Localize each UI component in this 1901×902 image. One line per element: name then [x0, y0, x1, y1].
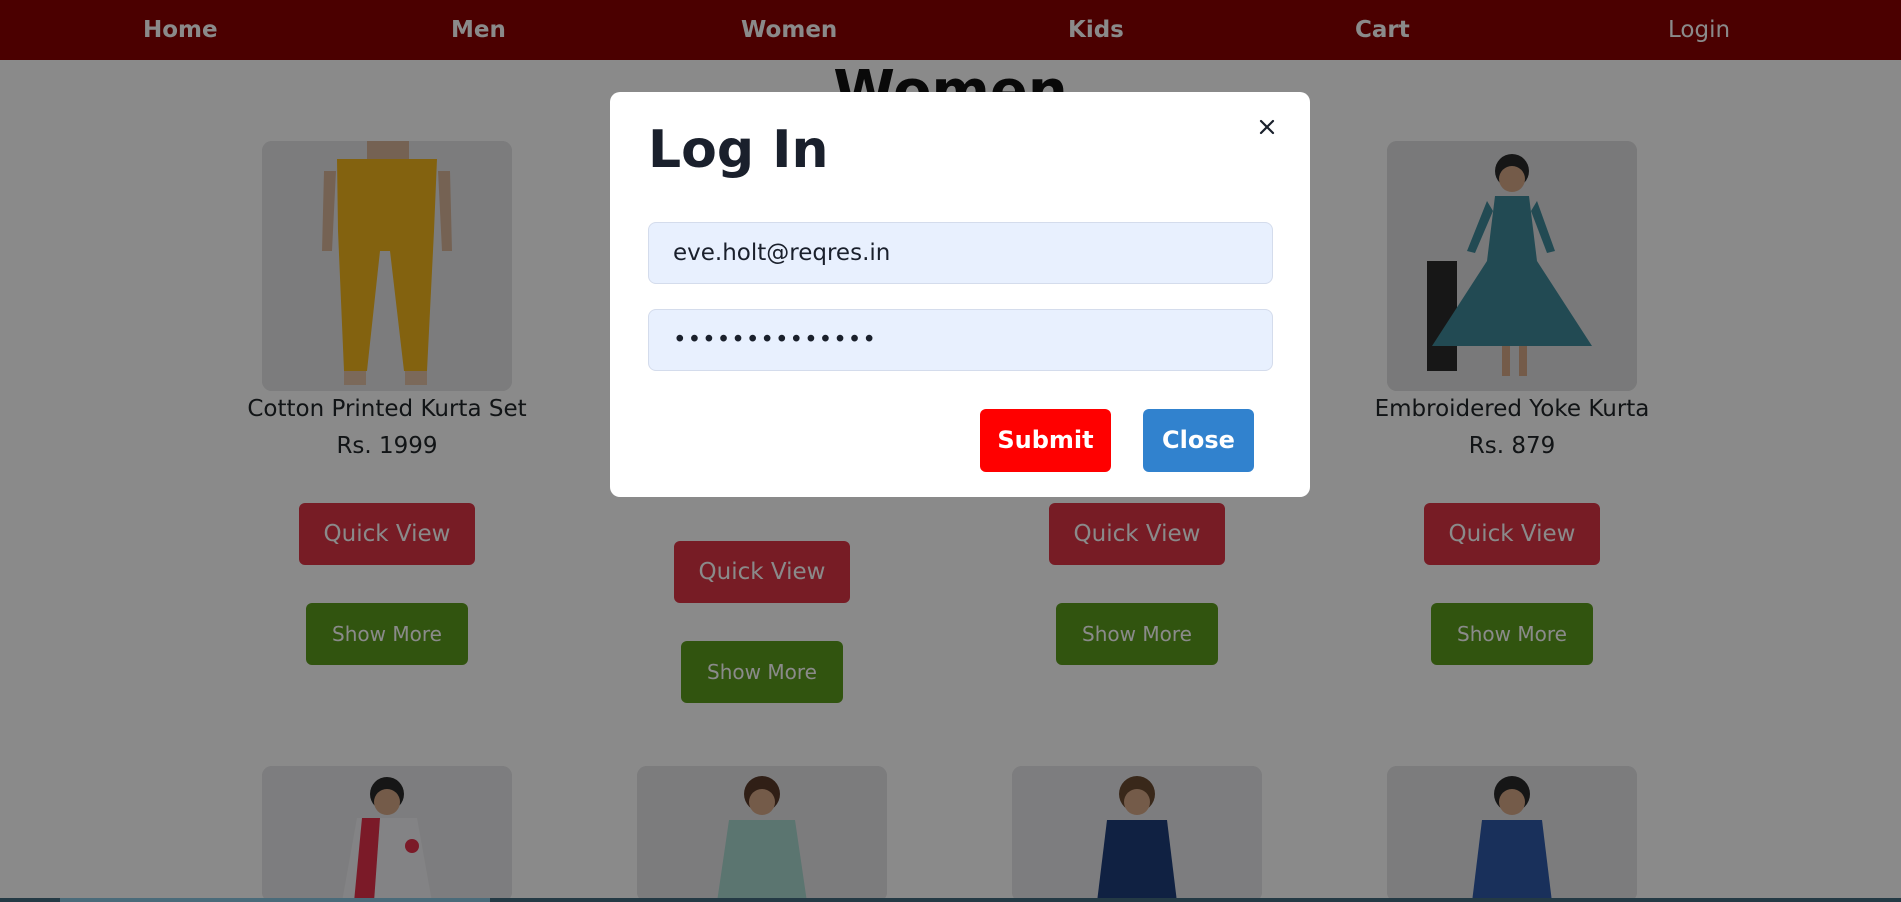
scrollbar-thumb[interactable]	[60, 898, 490, 902]
login-modal: Log In Submit Close	[610, 92, 1310, 497]
password-field[interactable]	[648, 309, 1273, 371]
email-field[interactable]	[648, 222, 1273, 284]
close-icon[interactable]	[1250, 110, 1284, 144]
horizontal-scrollbar[interactable]	[0, 898, 1901, 902]
submit-button[interactable]: Submit	[980, 409, 1111, 472]
modal-title: Log In	[648, 120, 829, 180]
close-button[interactable]: Close	[1143, 409, 1254, 472]
